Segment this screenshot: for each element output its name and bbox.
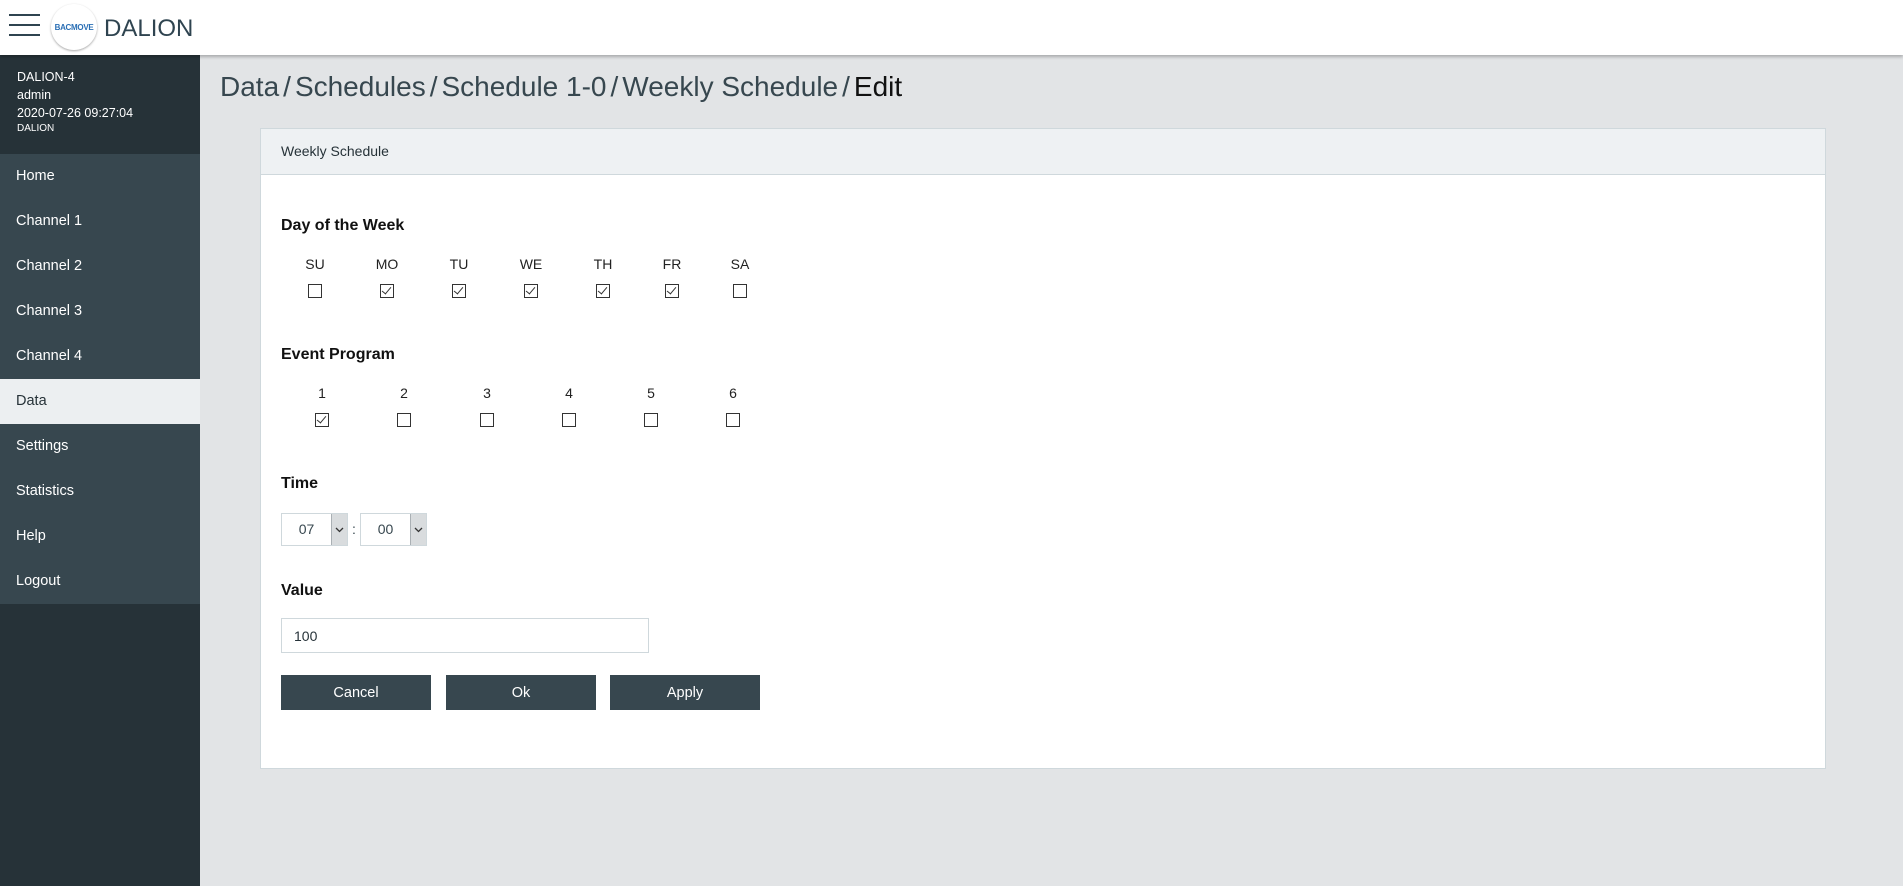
- checkbox-event-program-5[interactable]: [644, 413, 658, 427]
- menu-icon[interactable]: [9, 14, 40, 38]
- day-th: TH: [583, 256, 623, 298]
- sidebar-item-statistics[interactable]: Statistics: [0, 469, 200, 514]
- day-su: SU: [295, 256, 335, 298]
- event-program-3: 3: [467, 385, 507, 427]
- day-fr: FR: [652, 256, 692, 298]
- sidebar-item-channel-2[interactable]: Channel 2: [0, 244, 200, 289]
- time-separator: :: [352, 521, 356, 537]
- breadcrumb-weekly-schedule[interactable]: Weekly Schedule: [622, 71, 838, 102]
- minute-select[interactable]: 00: [360, 513, 427, 546]
- checkbox-event-program-6[interactable]: [726, 413, 740, 427]
- chevron-down-icon: [410, 514, 426, 545]
- breadcrumb-schedule[interactable]: Schedule 1-0: [441, 71, 606, 102]
- sidebar-item-channel-1[interactable]: Channel 1: [0, 199, 200, 244]
- time-title: Time: [281, 475, 319, 492]
- day-tu: TU: [439, 256, 479, 298]
- day-mo: MO: [367, 256, 407, 298]
- breadcrumb-schedules[interactable]: Schedules: [295, 71, 426, 102]
- sidebar-item-data[interactable]: Data: [0, 379, 200, 424]
- cancel-button[interactable]: Cancel: [281, 675, 431, 710]
- event-program-label: 6: [729, 385, 737, 401]
- checkbox-friday[interactable]: [665, 284, 679, 298]
- user-info: DALION-4 admin 2020-07-26 09:27:04 DALIO…: [0, 55, 200, 154]
- checkbox-thursday[interactable]: [596, 284, 610, 298]
- username: admin: [17, 88, 52, 102]
- sidebar-item-help[interactable]: Help: [0, 514, 200, 559]
- checkbox-event-program-2[interactable]: [397, 413, 411, 427]
- value-input[interactable]: [281, 618, 649, 653]
- ok-button[interactable]: Ok: [446, 675, 596, 710]
- checkbox-wednesday[interactable]: [524, 284, 538, 298]
- main-content: Data / Schedules / Schedule 1-0/Weekly Sched…: [200, 55, 1903, 886]
- breadcrumb-separator: /: [429, 71, 438, 102]
- day-label: TH: [593, 256, 613, 272]
- top-bar: BACMOVE DALION: [0, 0, 1903, 55]
- event-program-2: 2: [384, 385, 424, 427]
- day-label: WE: [519, 256, 543, 272]
- datetime: 2020-07-26 09:27:04: [17, 106, 134, 120]
- event-program-label: 5: [647, 385, 655, 401]
- day-of-week-title: Day of the Week: [281, 217, 405, 234]
- day-label: TU: [449, 256, 469, 272]
- sidebar-item-home[interactable]: Home: [0, 154, 200, 199]
- checkbox-sunday[interactable]: [308, 284, 322, 298]
- breadcrumb: Data / Schedules / Schedule 1-0/Weekly Sched…: [220, 71, 902, 103]
- day-we: WE: [511, 256, 551, 298]
- event-program-6: 6: [713, 385, 753, 427]
- panel-title: Weekly Schedule: [261, 129, 1825, 175]
- breadcrumb-separator: /: [842, 71, 850, 102]
- product-name: DALION: [17, 123, 55, 134]
- sidebar-item-channel-4[interactable]: Channel 4: [0, 334, 200, 379]
- sidebar-nav: Home Channel 1 Channel 2 Channel 3 Chann…: [0, 154, 200, 604]
- logo-text: BACMOVE: [54, 22, 94, 32]
- weekly-schedule-panel: Weekly Schedule Day of the Week SU MO TU…: [260, 128, 1826, 769]
- event-program-1: 1: [302, 385, 342, 427]
- event-program-title: Event Program: [281, 346, 395, 363]
- day-sa: SA: [720, 256, 760, 298]
- hour-value: 07: [298, 521, 315, 537]
- breadcrumb-data[interactable]: Data: [220, 71, 279, 102]
- breadcrumb-separator: /: [283, 71, 291, 102]
- sidebar-item-logout[interactable]: Logout: [0, 559, 200, 604]
- event-program-label: 1: [318, 385, 326, 401]
- chevron-down-icon: [331, 514, 347, 545]
- checkbox-monday[interactable]: [380, 284, 394, 298]
- device-name: DALION-4: [17, 70, 75, 84]
- sidebar: DALION-4 admin 2020-07-26 09:27:04 DALIO…: [0, 55, 200, 886]
- event-program-label: 4: [565, 385, 573, 401]
- event-program-label: 2: [400, 385, 408, 401]
- checkbox-event-program-1[interactable]: [315, 413, 329, 427]
- checkbox-tuesday[interactable]: [452, 284, 466, 298]
- checkbox-event-program-4[interactable]: [562, 413, 576, 427]
- sidebar-item-channel-3[interactable]: Channel 3: [0, 289, 200, 334]
- checkbox-saturday[interactable]: [733, 284, 747, 298]
- logo: BACMOVE: [51, 4, 97, 50]
- day-label: MO: [375, 256, 399, 272]
- app-title: DALION: [104, 15, 194, 42]
- event-program-5: 5: [631, 385, 671, 427]
- hour-select[interactable]: 07: [281, 513, 348, 546]
- sidebar-item-settings[interactable]: Settings: [0, 424, 200, 469]
- day-label: SU: [305, 256, 325, 272]
- checkbox-event-program-3[interactable]: [480, 413, 494, 427]
- value-title: Value: [281, 582, 323, 599]
- minute-value: 00: [377, 521, 394, 537]
- apply-button[interactable]: Apply: [610, 675, 760, 710]
- event-program-label: 3: [483, 385, 491, 401]
- breadcrumb-separator: /: [610, 71, 619, 102]
- day-label: FR: [662, 256, 682, 272]
- breadcrumb-current: Edit: [853, 71, 903, 102]
- day-label: SA: [730, 256, 750, 272]
- event-program-4: 4: [549, 385, 589, 427]
